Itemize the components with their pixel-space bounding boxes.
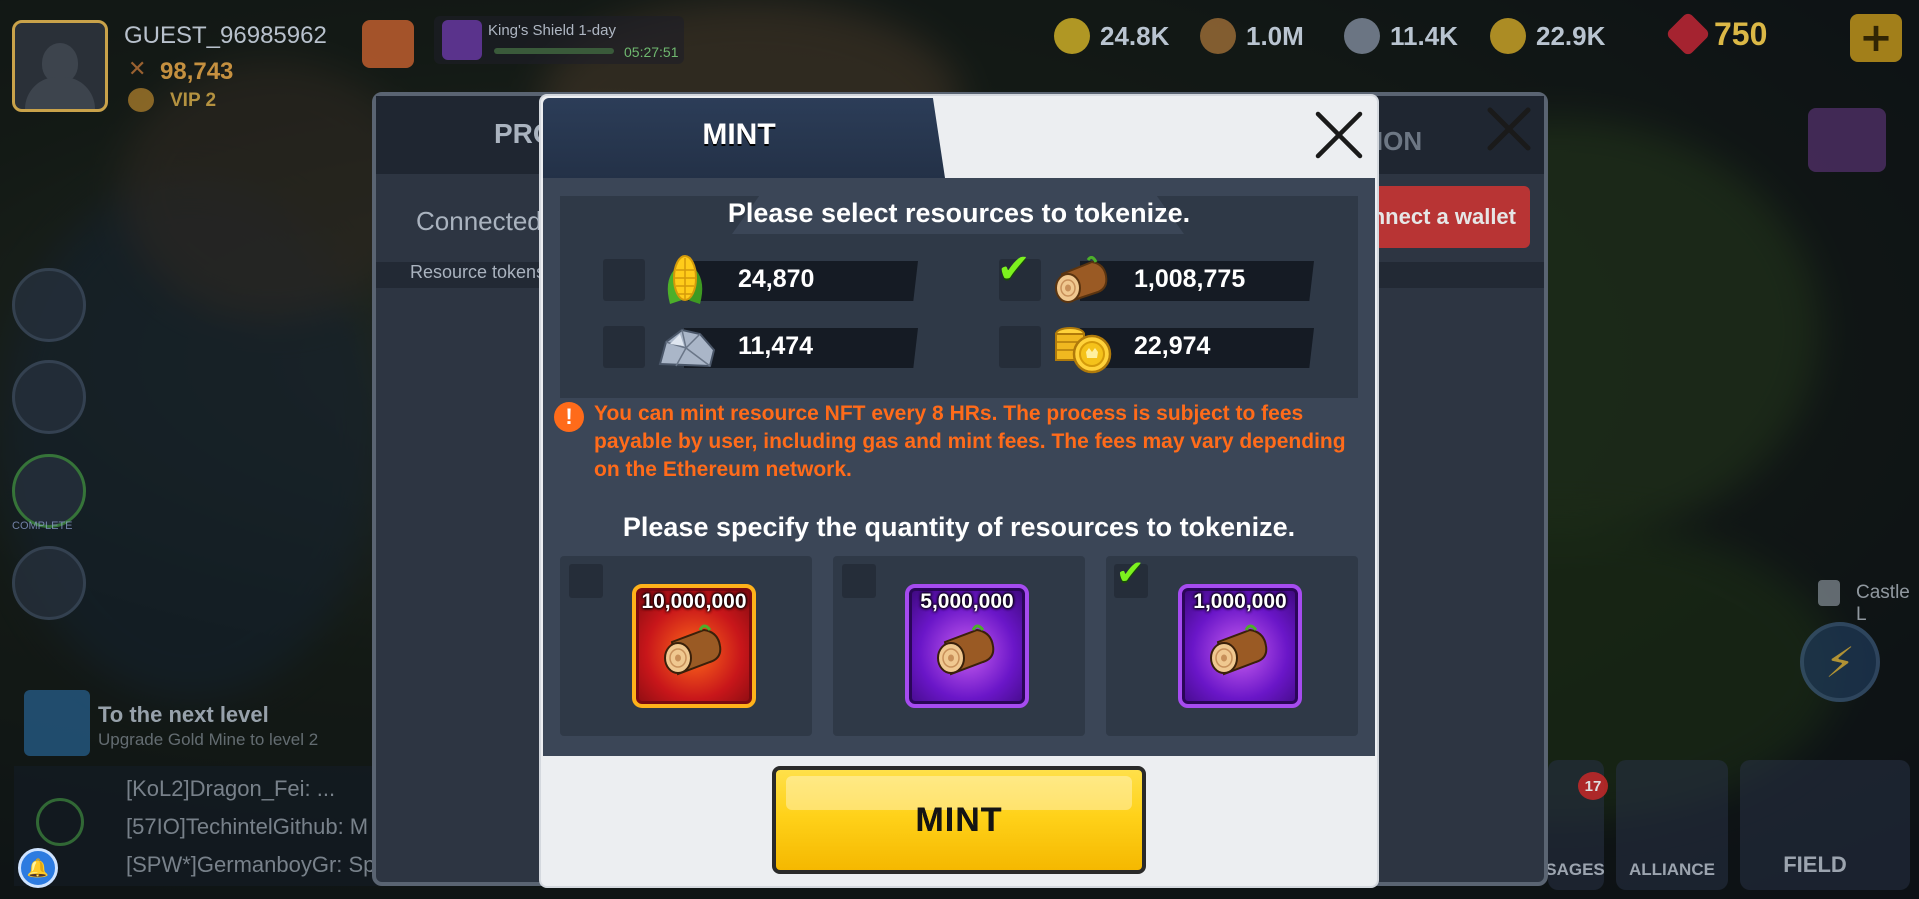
wood-icon [664, 624, 722, 676]
resource-tokens-label: Resource tokens [410, 262, 546, 282]
side-horn-button[interactable] [12, 360, 86, 434]
quantity-5m-checkbox[interactable] [842, 564, 876, 598]
wood-icon [937, 624, 995, 676]
corn-checkbox[interactable] [603, 259, 645, 301]
gem-icon [1665, 11, 1711, 57]
castle-level-label: Castle L [1856, 582, 1910, 625]
corn-icon [667, 255, 703, 304]
checkmark-icon: ✔ [1116, 553, 1145, 593]
side-potion-button[interactable] [12, 546, 86, 620]
side-event-button[interactable] [12, 268, 86, 342]
stone-icon [658, 328, 716, 368]
nav-messages-label: SAGES [1545, 860, 1605, 879]
stone-checkbox[interactable] [603, 326, 645, 368]
lightning-bolt-icon[interactable]: ⚡ [1800, 622, 1880, 702]
mint-warning-text: You can mint resource NFT every 8 HRs. T… [594, 402, 1346, 481]
quantity-10m-checkbox[interactable] [569, 564, 603, 598]
buff-timer: 05:27:51 [624, 44, 679, 60]
treasure-chest-icon[interactable] [1808, 108, 1886, 172]
hud-gold-value: 22.9K [1536, 20, 1606, 51]
nav-field-label: FIELD [1783, 852, 1847, 877]
wood-icon [1200, 18, 1236, 54]
hud-resource-gold[interactable]: 22.9K [1490, 18, 1605, 54]
wood-checkbox[interactable]: ✔ [997, 249, 1041, 301]
chat-message: [SPW*]GermanboyGr: Sp [126, 852, 376, 877]
add-gems-button[interactable]: + [1850, 14, 1902, 62]
background-close-icon[interactable] [1484, 104, 1534, 154]
gold-amount: 22,974 [1134, 332, 1211, 360]
gold-mine-icon [24, 690, 90, 756]
mint-tab-title: MINT [702, 118, 776, 151]
player-name: GUEST_96985962 [124, 22, 327, 49]
chat-message: [KoL2]Dragon_Fei: ... [126, 776, 336, 801]
checkmark-icon: ✔ [997, 246, 1031, 292]
buff-progress-bar [494, 48, 614, 54]
hud-gems[interactable]: 750 [1665, 11, 1768, 57]
corn-amount: 24,870 [738, 265, 815, 293]
gold-icon [1490, 18, 1526, 54]
player-power: 98,743 [160, 58, 234, 85]
hud-resource-wood[interactable]: 1.0M [1200, 18, 1304, 54]
hud-wood-value: 1.0M [1246, 20, 1304, 51]
nav-alliance-label: ALLIANCE [1629, 860, 1715, 879]
corn-icon [1054, 18, 1090, 54]
mint-button-label: MINT [915, 800, 1003, 839]
hud-resource-corn[interactable]: 24.8K [1054, 18, 1169, 54]
hud-resource-stone[interactable]: 11.4K [1344, 18, 1458, 54]
chat-message: [57IO]TechintelGithub: M [126, 814, 369, 839]
select-resources-title: Please select resources to tokenize. [727, 198, 1191, 228]
vip-level[interactable]: VIP 2 [170, 90, 216, 112]
wood-amount: 1,008,775 [1134, 265, 1246, 293]
next-level-title[interactable]: To the next level [98, 702, 269, 728]
hud-stone-value: 11.4K [1390, 20, 1458, 51]
hud-gems-value: 750 [1714, 15, 1768, 52]
vip-badge-icon [128, 88, 154, 112]
connected-label: Connected [416, 206, 542, 236]
messages-count-badge: 17 [1578, 772, 1608, 800]
connect-wallet-button[interactable]: nnect a wallet [1360, 186, 1530, 248]
complete-label: COMPLETE [12, 520, 73, 532]
stone-amount: 11,474 [738, 332, 814, 360]
lock-icon [1818, 580, 1840, 606]
warning-icon: ! [554, 402, 584, 432]
buff-title: King's Shield 1-day [488, 22, 616, 39]
gold-checkbox[interactable] [999, 326, 1041, 368]
quantity-1m-checkbox[interactable]: ✔ [1114, 556, 1148, 598]
quantity-title: Please specify the quantity of resources… [622, 512, 1296, 542]
wood-icon [1055, 256, 1108, 304]
player-avatar[interactable] [12, 20, 108, 112]
stone-icon [1344, 18, 1380, 54]
side-quest-button[interactable] [12, 454, 86, 528]
wood-icon [1210, 624, 1268, 676]
crossed-swords-icon: ✕ [128, 57, 147, 82]
mint-button[interactable]: MINT [772, 766, 1146, 874]
gift-button[interactable] [362, 20, 414, 68]
next-level-subtitle: Upgrade Gold Mine to level 2 [98, 730, 319, 749]
quantity-5m-label: 5,000,000 [920, 590, 1014, 613]
globe-icon[interactable] [36, 798, 84, 846]
notification-bell-icon[interactable]: 🔔 [18, 848, 58, 888]
close-icon[interactable] [1312, 108, 1366, 162]
quantity-10m-label: 10,000,000 [641, 590, 747, 613]
shield-buff-icon [442, 20, 482, 60]
gold-icon [1055, 327, 1112, 374]
quantity-1m-label: 1,000,000 [1193, 590, 1287, 613]
avatar-silhouette-body [25, 77, 95, 109]
hud-corn-value: 24.8K [1100, 20, 1170, 51]
